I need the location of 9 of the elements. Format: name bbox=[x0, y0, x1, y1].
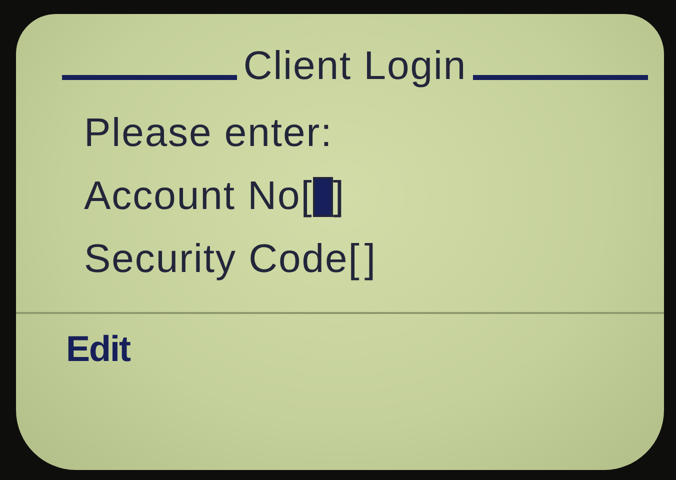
close-bracket: ] bbox=[332, 174, 346, 219]
field-label: Security Code bbox=[84, 237, 348, 282]
open-bracket: [ bbox=[300, 174, 313, 219]
open-bracket: [ bbox=[348, 237, 360, 282]
close-bracket: ] bbox=[364, 237, 376, 282]
prompt-text: Please enter: bbox=[84, 111, 333, 156]
field-label: Account No bbox=[84, 174, 301, 219]
softkey-label[interactable]: Edit bbox=[66, 328, 648, 370]
screen-title: Client Login bbox=[243, 44, 467, 89]
